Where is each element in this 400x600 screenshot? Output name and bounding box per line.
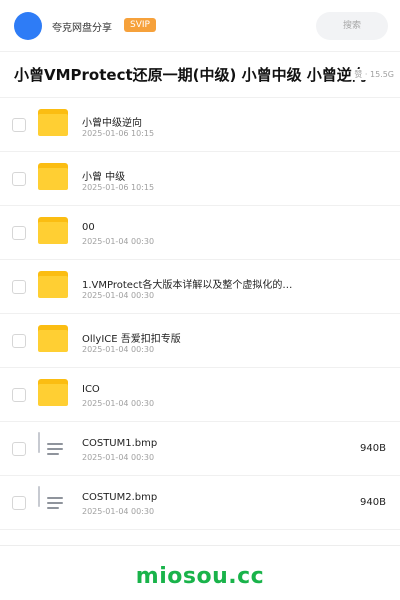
select-checkbox[interactable]: [12, 388, 26, 402]
share-title-bar: 小曾VMProtect还原一期(中级) 小曾中级 小曾逆向 赞 · 15.5G: [0, 52, 400, 98]
list-item[interactable]: 00 2025-01-04 00:30: [0, 206, 400, 260]
watermark: miosou.cc: [135, 564, 265, 589]
list-item[interactable]: 小曾 中级 2025-01-06 10:15: [0, 152, 400, 206]
select-checkbox[interactable]: [12, 226, 26, 240]
item-name: COSTUM2.bmp: [82, 492, 158, 503]
item-name: 1.VMProtect各大版本详解以及整个虚拟化的…: [82, 280, 293, 291]
list-item[interactable]: OllyICE 吾爱扣扣专版 2025-01-04 00:30: [0, 314, 400, 368]
select-checkbox[interactable]: [12, 280, 26, 294]
svip-badge: SVIP: [124, 18, 156, 32]
share-meta: 赞 · 15.5G: [352, 69, 394, 80]
item-name: 00: [82, 222, 95, 233]
list-item[interactable]: 1.VMProtect各大版本详解以及整个虚拟化的… 2025-01-04 00…: [0, 260, 400, 314]
avatar[interactable]: [14, 12, 42, 40]
file-list: 小曾中级逆向 2025-01-06 10:15 小曾 中级 2025-01-06…: [0, 98, 400, 530]
list-item[interactable]: COSTUM1.bmp 2025-01-04 00:30 940B: [0, 422, 400, 476]
list-item[interactable]: ICO 2025-01-04 00:30: [0, 368, 400, 422]
select-checkbox[interactable]: [12, 442, 26, 456]
item-date: 2025-01-06 10:15: [82, 183, 155, 192]
item-date: 2025-01-04 00:30: [82, 291, 155, 300]
item-name: ICO: [82, 384, 100, 395]
item-size: 940B: [360, 443, 386, 454]
select-checkbox[interactable]: [12, 118, 26, 132]
item-date: 2025-01-06 10:15: [82, 129, 155, 138]
item-date: 2025-01-04 00:30: [82, 237, 155, 246]
search-input[interactable]: 搜索: [316, 12, 388, 40]
folder-icon: [38, 163, 70, 195]
item-date: 2025-01-04 00:30: [82, 507, 155, 516]
file-icon: [38, 486, 70, 519]
select-checkbox[interactable]: [12, 334, 26, 348]
file-icon: [38, 432, 70, 465]
item-size: 940B: [360, 497, 386, 508]
list-item[interactable]: COSTUM2.bmp 2025-01-04 00:30 940B: [0, 476, 400, 530]
select-checkbox[interactable]: [12, 172, 26, 186]
item-name: OllyICE 吾爱扣扣专版: [82, 334, 181, 345]
list-item[interactable]: 小曾中级逆向 2025-01-06 10:15: [0, 98, 400, 152]
select-checkbox[interactable]: [12, 496, 26, 510]
item-date: 2025-01-04 00:30: [82, 453, 155, 462]
footer: miosou.cc: [0, 545, 400, 600]
folder-icon: [38, 109, 70, 141]
item-name: 小曾 中级: [82, 172, 126, 183]
folder-icon: [38, 379, 70, 411]
folder-icon: [38, 271, 70, 303]
top-bar: 夸克网盘分享 SVIP 搜索: [0, 0, 400, 52]
folder-icon: [38, 217, 70, 249]
item-date: 2025-01-04 00:30: [82, 399, 155, 408]
app-name: 夸克网盘分享: [52, 23, 112, 34]
page-title: 小曾VMProtect还原一期(中级) 小曾中级 小曾逆向: [14, 66, 367, 84]
item-date: 2025-01-04 00:30: [82, 345, 155, 354]
item-name: 小曾中级逆向: [82, 118, 142, 129]
item-name: COSTUM1.bmp: [82, 438, 158, 449]
folder-icon: [38, 325, 70, 357]
